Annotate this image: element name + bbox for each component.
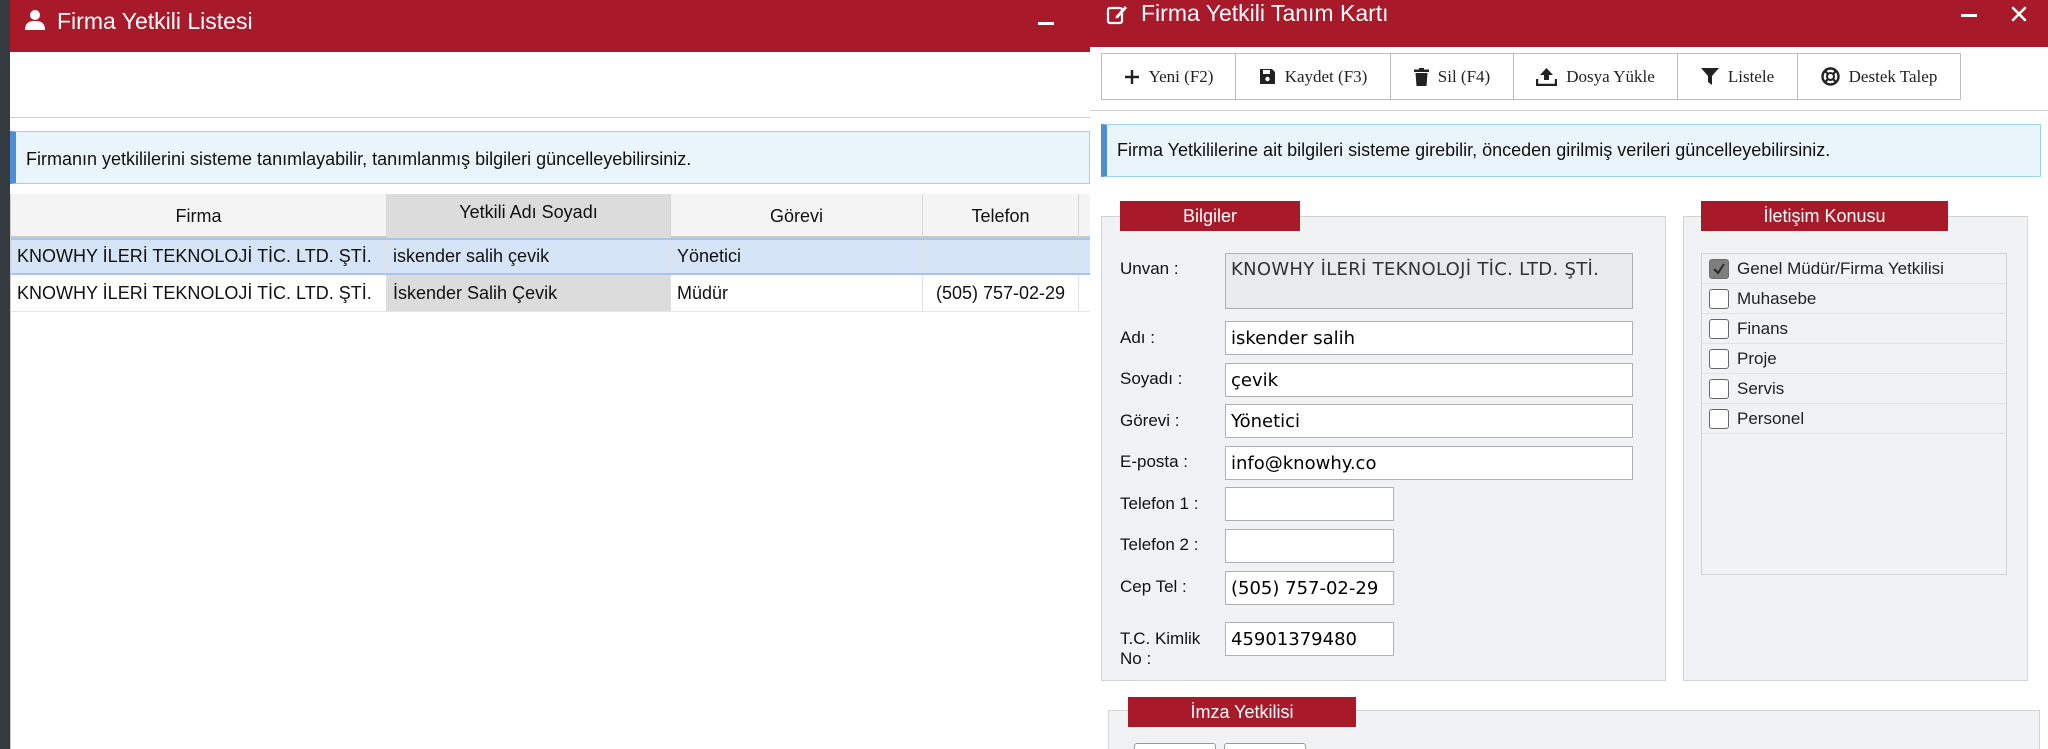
checkbox[interactable] — [1709, 288, 1729, 309]
cep-tel-label: Cep Tel : — [1120, 577, 1187, 596]
checkbox[interactable] — [1709, 378, 1729, 399]
right-info-alert: Firma Yetkililerine ait bilgileri sistem… — [1101, 124, 2041, 177]
checkbox[interactable] — [1709, 348, 1729, 369]
adi-input[interactable]: iskender salih — [1225, 321, 1633, 355]
imza-button[interactable] — [1224, 743, 1306, 749]
check-icon — [1713, 262, 1725, 275]
soyadi-label: Soyadı : — [1120, 369, 1183, 388]
checkbox-checked[interactable] — [1709, 258, 1729, 279]
upload-icon — [1536, 67, 1558, 86]
checkbox-label: Servis — [1737, 378, 1785, 398]
checkbox-personel[interactable]: Personel — [1702, 404, 2006, 434]
cell-telefon — [923, 240, 1079, 273]
left-info-alert: Firmanın yetkililerini sisteme tanımlaya… — [10, 131, 1090, 184]
iletisim-konusu-legend: İletişim Konusu — [1701, 201, 1948, 231]
minimize-button[interactable] — [1961, 14, 1977, 17]
table-row[interactable]: KNOWHY İLERİ TEKNOLOJİ TİC. LTD. ŞTİ. is… — [11, 238, 1091, 275]
checkbox-muhasebe[interactable]: Muhasebe — [1702, 284, 2006, 314]
delete-button-label: Sil (F4) — [1437, 66, 1491, 86]
cell-firma: KNOWHY İLERİ TEKNOLOJİ TİC. LTD. ŞTİ. — [11, 240, 387, 273]
checkbox-servis[interactable]: Servis — [1702, 374, 2006, 404]
new-button-label: Yeni (F2) — [1148, 66, 1214, 86]
soyadi-input[interactable]: çevik — [1225, 363, 1633, 397]
cell-yetkili: İskender Salih Çevik — [387, 275, 671, 311]
cell-gorevi: Yönetici — [671, 240, 923, 273]
right-window-title: Firma Yetkili Tanım Kartı — [1141, 0, 1389, 26]
plus-icon — [1124, 69, 1139, 84]
checkbox-label: Genel Müdür/Firma Yetkilisi — [1737, 258, 1944, 278]
column-header-gorevi[interactable]: Görevi — [671, 194, 923, 238]
telefon1-label: Telefon 1 : — [1120, 494, 1199, 513]
checkbox-label: Proje — [1737, 348, 1777, 368]
save-button[interactable]: Kaydet (F3) — [1235, 53, 1391, 100]
checkbox-proje[interactable]: Proje — [1702, 344, 2006, 374]
save-button-label: Kaydet (F3) — [1284, 66, 1368, 86]
list-button[interactable]: Listele — [1677, 53, 1798, 100]
left-window-titlebar: Firma Yetkili Listesi — [10, 0, 1090, 52]
column-header-telefon[interactable]: Telefon — [923, 194, 1079, 238]
tc-kimlik-label: T.C. Kimlik — [1120, 629, 1201, 648]
toolbar-divider — [1090, 110, 2048, 111]
grid-header: Firma Yetkili Adı Soyadı Görevi Telefon — [11, 194, 1091, 238]
checkbox-finans[interactable]: Finans — [1702, 314, 2006, 344]
tc-kimlik-label-no: No : — [1120, 649, 1152, 668]
checkbox[interactable] — [1709, 408, 1729, 429]
bilgiler-legend: Bilgiler — [1120, 201, 1300, 231]
cell-firma: KNOWHY İLERİ TEKNOLOJİ TİC. LTD. ŞTİ. — [11, 275, 387, 311]
new-button[interactable]: Yeni (F2) — [1101, 53, 1236, 100]
user-icon — [25, 10, 45, 30]
unvan-label: Unvan : — [1120, 259, 1179, 278]
column-header-yetkili[interactable]: Yetkili Adı Soyadı — [387, 194, 671, 238]
card-toolbar: Yeni (F2) Kaydet (F3) Sil (F4) Dosya Yük… — [1101, 53, 1961, 100]
checkbox-genel-mudur[interactable]: Genel Müdür/Firma Yetkilisi — [1702, 254, 2006, 284]
tc-kimlik-input[interactable]: 45901379480 — [1225, 622, 1394, 656]
gorevi-label: Görevi : — [1120, 411, 1180, 430]
imza-yetkilisi-legend: İmza Yetkilisi — [1128, 697, 1356, 727]
save-icon — [1259, 69, 1275, 84]
cep-tel-input[interactable]: (505) 757-02-29 — [1225, 571, 1394, 605]
edit-icon — [1106, 6, 1127, 25]
telefon2-input[interactable] — [1225, 529, 1394, 563]
telefon1-input[interactable] — [1225, 487, 1394, 521]
cell-telefon: (505) 757-02-29 — [923, 275, 1079, 311]
imza-button[interactable] — [1134, 743, 1216, 749]
checkbox-label: Muhasebe — [1737, 288, 1817, 308]
left-window-title: Firma Yetkili Listesi — [57, 8, 253, 34]
minimize-button[interactable] — [1038, 22, 1054, 25]
lifebuoy-icon — [1820, 67, 1840, 86]
gorevi-input[interactable]: Yönetici — [1225, 404, 1633, 438]
cell-gorevi: Müdür — [671, 275, 923, 311]
column-header-firma[interactable]: Firma — [11, 194, 387, 238]
email-input[interactable]: info@knowhy.co — [1225, 446, 1633, 480]
upload-button-label: Dosya Yükle — [1566, 66, 1655, 86]
yetkili-grid: Firma Yetkili Adı Soyadı Görevi Telefon … — [10, 194, 1091, 749]
checkbox-label: Personel — [1737, 408, 1805, 428]
eposta-label: E-posta : — [1120, 452, 1189, 471]
right-window-titlebar: Firma Yetkili Tanım Kartı — [1090, 0, 2048, 47]
upload-button[interactable]: Dosya Yükle — [1513, 53, 1678, 100]
unvan-field: KNOWHY İLERİ TEKNOLOJİ TİC. LTD. ŞTİ. — [1225, 253, 1633, 309]
filter-icon — [1700, 67, 1719, 85]
support-button-label: Destek Talep — [1848, 66, 1938, 86]
close-icon[interactable] — [2008, 3, 2030, 25]
adi-label: Adı : — [1120, 328, 1155, 347]
checkbox-label: Finans — [1737, 318, 1789, 338]
support-button[interactable]: Destek Talep — [1797, 53, 1961, 100]
trash-icon — [1413, 67, 1429, 86]
delete-button[interactable]: Sil (F4) — [1390, 53, 1514, 100]
telefon2-label: Telefon 2 : — [1120, 535, 1199, 554]
iletisim-konusu-list: Genel Müdür/Firma Yetkilisi Muhasebe Fin… — [1701, 253, 2007, 575]
cell-yetkili: iskender salih çevik — [387, 240, 671, 273]
left-window-toolbar — [10, 52, 1090, 118]
list-button-label: Listele — [1727, 66, 1775, 86]
checkbox[interactable] — [1709, 318, 1729, 339]
left-edge-strip — [0, 0, 10, 749]
table-row[interactable]: KNOWHY İLERİ TEKNOLOJİ TİC. LTD. ŞTİ. İs… — [11, 275, 1091, 312]
